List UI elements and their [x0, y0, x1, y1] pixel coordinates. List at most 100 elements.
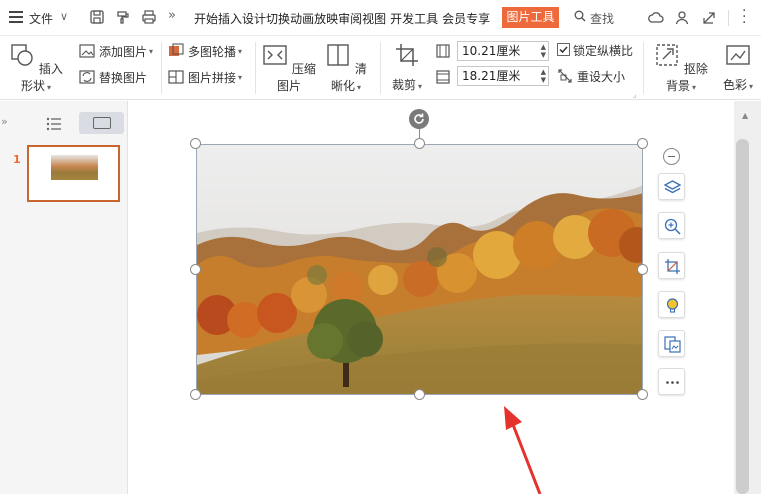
slide-view-icon — [93, 117, 111, 129]
scroll-up-icon[interactable]: ▲ — [742, 111, 748, 120]
multi-image-carousel-button[interactable]: 多图轮播 ▾ — [168, 42, 242, 60]
remove-background-button[interactable]: 抠除背景 ▾ — [651, 42, 711, 94]
resize-handle-top-left[interactable] — [190, 138, 201, 149]
expand-panel-icon[interactable]: ›› — [1, 115, 8, 128]
cloud-sync-icon[interactable] — [648, 10, 664, 26]
slides-panel: ›› 1 — [0, 101, 128, 494]
tab-home[interactable]: 开始 — [194, 10, 218, 27]
stitch-icon — [168, 70, 184, 84]
crop-icon — [665, 259, 680, 274]
layer-button[interactable] — [658, 173, 685, 200]
image-stitch-label: 图片拼接 — [188, 70, 237, 85]
color-icon — [726, 45, 750, 65]
vertical-scrollbar[interactable]: ▲ — [734, 101, 761, 494]
lock-ratio-label[interactable]: 锁定纵横比 — [573, 41, 633, 59]
crop-button[interactable]: 裁剪 ▾ — [387, 42, 427, 93]
crop-icon — [396, 44, 418, 66]
crop-label: 裁剪 — [391, 78, 416, 92]
more-options-icon[interactable]: · · · — [742, 4, 746, 30]
file-menu[interactable]: 文件 — [29, 10, 53, 27]
tab-review[interactable]: 审阅 — [338, 10, 362, 27]
image-stitch-button[interactable]: 图片拼接 ▾ — [168, 68, 242, 86]
dialog-launcher-icon[interactable]: ⌟ — [633, 91, 636, 99]
sharpen-icon — [327, 44, 349, 66]
resize-handle-bottom[interactable] — [414, 389, 425, 400]
resize-handle-left[interactable] — [190, 264, 201, 275]
resize-handle-right[interactable] — [637, 264, 648, 275]
height-input[interactable]: 18.21厘米 ▲ ▼ — [457, 66, 549, 86]
user-icon[interactable] — [674, 10, 690, 26]
image-to-text-button[interactable] — [658, 330, 685, 357]
tab-design[interactable]: 设计 — [242, 10, 266, 27]
replace-image-label: 替换图片 — [99, 70, 148, 85]
lightbulb-icon — [666, 298, 679, 313]
collapse-toolbar-button[interactable] — [663, 148, 680, 165]
carousel-label: 多图轮播 — [188, 44, 237, 59]
remove-background-icon — [656, 44, 678, 66]
resize-handle-bottom-right[interactable] — [637, 389, 648, 400]
smart-suggest-button[interactable] — [658, 291, 685, 318]
outline-view-icon[interactable] — [46, 117, 62, 131]
compress-icon — [263, 45, 287, 65]
resize-handle-top[interactable] — [414, 138, 425, 149]
tab-transition[interactable]: 切换 — [266, 10, 290, 27]
slides-view-button[interactable] — [79, 112, 124, 134]
ellipsis-icon — [666, 381, 679, 384]
zoom-in-icon — [664, 218, 681, 235]
tab-slideshow[interactable]: 放映 — [314, 10, 338, 27]
divider — [380, 42, 381, 94]
divider — [728, 10, 729, 26]
sharpen-button[interactable]: 清晰化 ▾ — [321, 42, 371, 94]
picture-tools-ribbon: 插入形状 ▾ 添加图片 ▾ 替换图片 多图轮播 ▾ 图片拼接 ▾ 压缩图片 清晰化 ▾ 裁… — [0, 36, 761, 100]
reset-size-button[interactable]: 重设大小 — [557, 67, 625, 85]
scrollbar-thumb[interactable] — [736, 139, 749, 494]
print-icon[interactable] — [141, 9, 157, 25]
tab-animation[interactable]: 动画 — [290, 10, 314, 27]
resize-handle-bottom-left[interactable] — [190, 389, 201, 400]
add-image-label: 添加图片 — [99, 44, 148, 59]
tab-insert[interactable]: 插入 — [218, 10, 242, 27]
tab-picture-tools[interactable]: 图片工具 — [502, 7, 559, 28]
insert-shape-button[interactable]: 插入形状 ▾ — [6, 42, 66, 94]
landscape-image[interactable] — [196, 144, 643, 395]
add-image-button[interactable]: 添加图片 ▾ — [79, 42, 153, 60]
save-icon[interactable] — [89, 9, 105, 25]
zoom-button[interactable] — [658, 212, 685, 239]
autumn-landscape-picture — [197, 145, 642, 394]
quick-crop-button[interactable] — [658, 252, 685, 279]
spinner-arrows[interactable]: ▲ ▼ — [541, 68, 546, 84]
width-input[interactable]: 10.21厘米 ▲ ▼ — [457, 41, 549, 61]
search-icon[interactable] — [574, 10, 586, 22]
color-label: 色彩 — [722, 78, 747, 92]
menu-icon[interactable] — [9, 11, 23, 23]
format-painter-icon[interactable] — [115, 9, 131, 25]
height-value: 18.21厘米 — [462, 69, 521, 83]
slide-number: 1 — [13, 153, 21, 166]
tab-developer[interactable]: 开发工具 — [390, 10, 438, 27]
compress-image-button[interactable]: 压缩图片 — [262, 42, 316, 94]
divider — [255, 42, 256, 94]
thumbnail-image — [51, 155, 98, 180]
rotate-handle[interactable] — [409, 109, 429, 129]
reset-size-label: 重设大小 — [577, 69, 626, 84]
share-icon[interactable] — [702, 10, 718, 26]
tab-member[interactable]: 会员专享 — [442, 10, 490, 27]
tab-view[interactable]: 视图 — [362, 10, 386, 27]
reset-size-icon — [558, 69, 572, 83]
menu-bar: 文件 ∨ » 开始 插入 设计 切换 动画 放映 审阅 视图 开发工具 会员专享 图片工具… — [0, 0, 761, 36]
replace-image-button[interactable]: 替换图片 — [79, 68, 147, 86]
lock-ratio-checkbox[interactable] — [557, 43, 570, 56]
color-button[interactable]: 色彩 ▾ — [718, 42, 758, 93]
carousel-icon — [169, 43, 184, 56]
divider — [161, 42, 162, 94]
more-quick-tools-icon[interactable]: » — [168, 8, 176, 23]
shape-icon — [11, 44, 33, 66]
chevron-down-icon[interactable]: ∨ — [60, 10, 68, 23]
image-convert-icon — [664, 336, 681, 353]
more-tools-button[interactable] — [658, 368, 685, 395]
replace-image-icon — [79, 70, 95, 84]
resize-handle-top-right[interactable] — [637, 138, 648, 149]
search-button[interactable]: 查找 — [590, 10, 614, 27]
spinner-arrows[interactable]: ▲ ▼ — [541, 43, 546, 59]
slide-thumbnail[interactable] — [27, 145, 120, 202]
